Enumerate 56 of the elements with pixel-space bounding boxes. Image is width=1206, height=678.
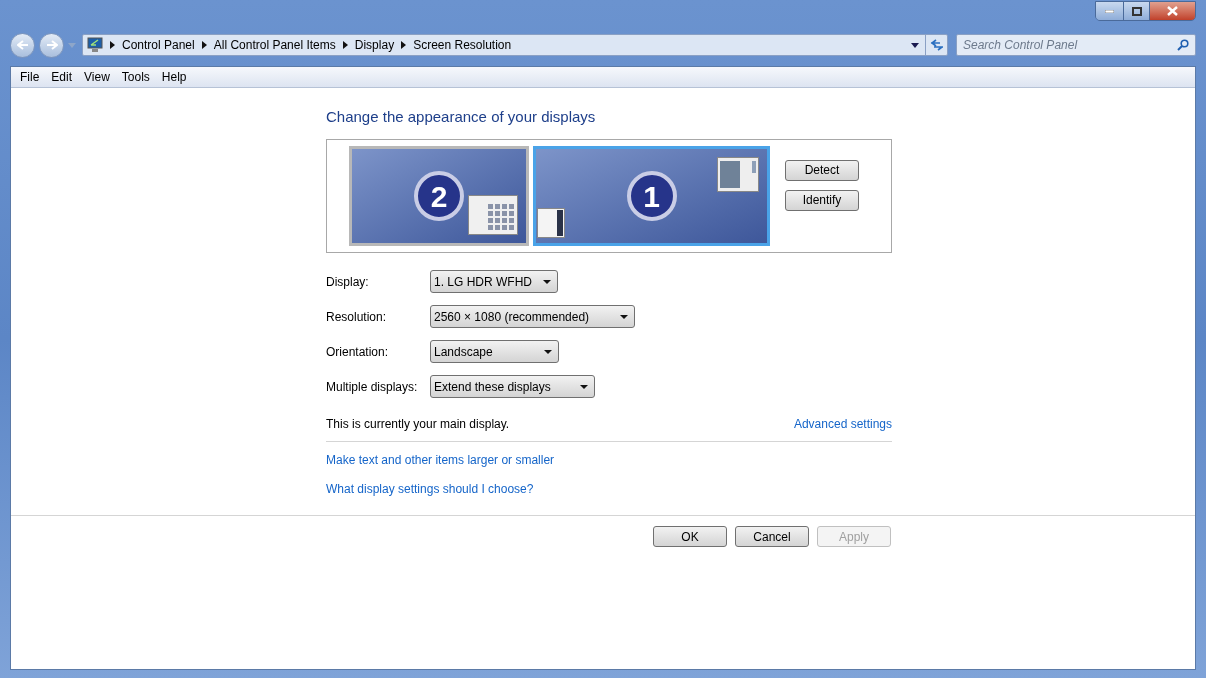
preview-button[interactable]: Identify (785, 189, 859, 211)
setting-label: Resolution: (326, 308, 388, 326)
dialog-button[interactable]: Cancel (735, 526, 809, 547)
chevron-icon[interactable] (342, 41, 348, 49)
help-link[interactable]: Make text and other items larger or smaller (326, 451, 555, 469)
monitor-icon (87, 37, 103, 53)
menu-item[interactable]: Help (155, 67, 193, 87)
gadget-icon (537, 208, 565, 238)
maximize-button[interactable] (1123, 2, 1149, 20)
chevron-icon[interactable] (401, 41, 407, 49)
breadcrumb-item[interactable]: Display (354, 36, 395, 54)
setting-label: Orientation: (326, 343, 390, 361)
minimize-icon (1105, 9, 1114, 13)
forward-button[interactable] (39, 32, 64, 58)
monitor-tile[interactable]: 1 (533, 146, 770, 246)
page-heading: Change the appearance of your displays (326, 107, 597, 127)
search-field[interactable]: Search Control Panel (956, 34, 1196, 56)
dropdown-arrow-icon (543, 279, 551, 284)
advanced-settings-link[interactable]: Advanced settings (793, 415, 892, 433)
chevron-icon[interactable] (201, 41, 207, 49)
breadcrumb-item[interactable]: Screen Resolution (413, 36, 512, 54)
close-button[interactable] (1149, 2, 1195, 20)
search-icon (1177, 39, 1189, 51)
setting-label: Multiple displays: (326, 378, 419, 396)
close-icon (1167, 6, 1178, 16)
dialog-button[interactable]: OK (653, 526, 727, 547)
help-link[interactable]: What display settings should I choose? (326, 480, 534, 498)
menu-item[interactable]: View (78, 67, 116, 87)
restore-icon (1131, 6, 1142, 16)
address-bar[interactable]: Control Panel All Control Panel Items Display Screen Resolution (82, 34, 948, 56)
dropdown-field[interactable]: Extend these displays (430, 375, 595, 398)
back-arrow-icon (16, 40, 29, 50)
monitor-tile[interactable]: 2 (349, 146, 529, 246)
preview-button[interactable]: Detect (785, 159, 859, 181)
app-window-icon (468, 195, 518, 235)
monitor-number: 1 (626, 171, 677, 221)
window-icon (717, 157, 759, 192)
chevron-icon[interactable] (110, 41, 115, 49)
menu-item[interactable]: Tools (115, 67, 156, 87)
dropdown-field[interactable]: Landscape (430, 340, 559, 363)
breadcrumb-item[interactable]: All Control Panel Items (213, 36, 336, 54)
dropdown-arrow-icon (580, 384, 588, 389)
refresh-arrows-icon (929, 39, 944, 51)
dropdown-field[interactable]: 2560 × 1080 (recommended) (430, 305, 635, 328)
back-button[interactable] (10, 32, 35, 58)
menu-item[interactable]: Edit (45, 67, 79, 87)
dropdown-arrow-icon (620, 314, 628, 319)
menu-item[interactable]: File (14, 67, 46, 87)
dropdown-field[interactable]: 1. LG HDR WFHD (430, 270, 558, 293)
monitor-number: 2 (414, 171, 464, 221)
breadcrumb-item[interactable]: Control Panel (122, 36, 195, 54)
dropdown-arrow-icon (544, 349, 552, 354)
setting-label: Display: (326, 273, 370, 291)
status-text: This is currently your main display. (326, 416, 510, 433)
dropdown-arrow-icon[interactable] (911, 42, 919, 48)
forward-arrow-icon (45, 40, 58, 50)
